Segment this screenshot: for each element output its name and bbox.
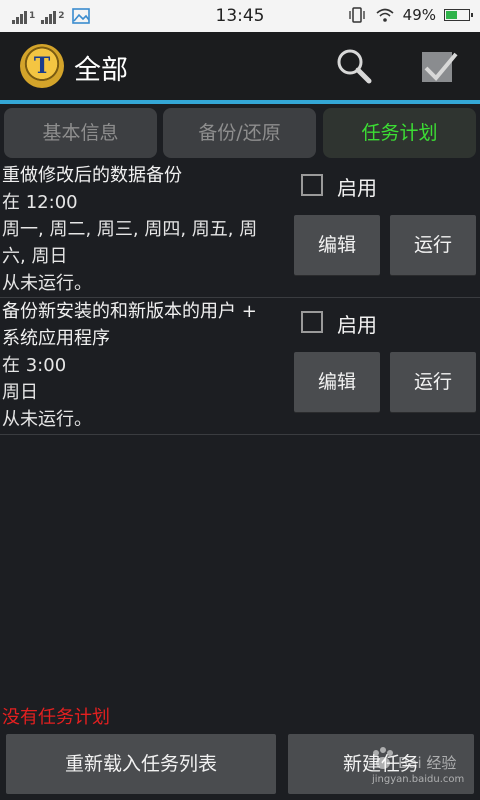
- task-1-time: 在 12:00: [2, 192, 78, 213]
- task-2-edit-button[interactable]: 编辑: [294, 352, 380, 412]
- paw-icon: [373, 747, 393, 769]
- task-2-days: 周日: [2, 382, 38, 403]
- task-2-enable-label[interactable]: 启用: [337, 309, 377, 338]
- app-logo-icon[interactable]: T: [20, 44, 64, 88]
- task-1-enable-checkbox[interactable]: [301, 174, 323, 196]
- watermark-text: Bai 经验: [398, 754, 457, 772]
- task-1-days-line2: 六, 周日: [2, 246, 68, 267]
- task-1-edit-button[interactable]: 编辑: [294, 215, 380, 275]
- checkmark-icon[interactable]: [418, 46, 460, 88]
- page-title[interactable]: 全部: [74, 48, 128, 87]
- wifi-icon: [376, 8, 394, 22]
- action-bar-divider: [0, 100, 480, 104]
- task-2-time: 在 3:00: [2, 355, 67, 376]
- tab-schedules[interactable]: 任务计划: [323, 108, 476, 158]
- task-2-run-button[interactable]: 运行: [390, 352, 476, 412]
- task-2-enable-checkbox[interactable]: [301, 311, 323, 333]
- task-2-text: 备份新安装的和新版本的用户 + 系统应用程序 在 3:00 周日 从未运行。: [2, 298, 284, 433]
- watermark-url: jingyan.baidu.com: [372, 774, 465, 785]
- battery-fill: [446, 11, 457, 19]
- search-icon[interactable]: [334, 46, 374, 86]
- task-1-text: 重做修改后的数据备份 在 12:00 周一, 周二, 周三, 周四, 周五, 周…: [2, 162, 284, 297]
- watermark: Bai 经验 jingyan.baidu.com: [368, 744, 478, 794]
- task-1-last-run: 从未运行。: [2, 273, 92, 294]
- list-divider: [0, 434, 480, 435]
- reload-tasks-button[interactable]: 重新载入任务列表: [6, 734, 276, 794]
- task-2-last-run: 从未运行。: [2, 409, 92, 430]
- no-schedules-message: 没有任务计划: [2, 707, 110, 728]
- list-item-task-1[interactable]: 重做修改后的数据备份 在 12:00 周一, 周二, 周三, 周四, 周五, 周…: [0, 162, 480, 296]
- status-bar: 1 2 13:45 49%: [0, 0, 480, 32]
- battery-icon: [444, 9, 473, 21]
- vibrate-icon: [349, 7, 365, 23]
- battery-percent: 49%: [402, 6, 436, 24]
- tab-basic-info[interactable]: 基本信息: [4, 108, 157, 158]
- action-bar: T 全部: [0, 32, 480, 100]
- task-1-enable-label[interactable]: 启用: [337, 172, 377, 201]
- list-item-task-2[interactable]: 备份新安装的和新版本的用户 + 系统应用程序 在 3:00 周日 从未运行。 启…: [0, 298, 480, 434]
- tab-bar: 基本信息 备份/还原 任务计划: [0, 106, 480, 160]
- task-1-days-line1: 周一, 周二, 周三, 周四, 周五, 周: [2, 219, 258, 240]
- task-1-run-button[interactable]: 运行: [390, 215, 476, 275]
- task-2-name-line1: 备份新安装的和新版本的用户 +: [2, 301, 257, 322]
- status-bar-right: 49%: [347, 6, 473, 24]
- tab-backup-restore[interactable]: 备份/还原: [163, 108, 316, 158]
- task-1-name: 重做修改后的数据备份: [2, 165, 182, 186]
- task-2-name-line2: 系统应用程序: [2, 328, 110, 349]
